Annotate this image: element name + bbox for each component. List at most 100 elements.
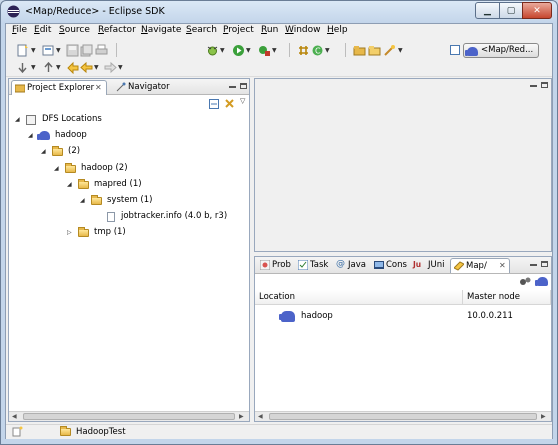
- forward-icon[interactable]: [104, 61, 117, 74]
- previous-annotation-icon[interactable]: [42, 61, 55, 74]
- close-tab-icon[interactable]: ✕: [499, 259, 506, 273]
- file-icon: [107, 212, 115, 223]
- menu-run[interactable]: Run: [261, 25, 278, 35]
- problems-icon: [260, 260, 270, 270]
- expanded-twisty-icon[interactable]: ◢: [67, 178, 72, 191]
- view-menu-icon[interactable]: ▽: [240, 97, 245, 105]
- minimize-view-icon[interactable]: [530, 264, 537, 266]
- open-type-icon[interactable]: [353, 44, 366, 57]
- save-all-icon[interactable]: [80, 44, 93, 57]
- collapse-all-icon[interactable]: [209, 99, 219, 109]
- minimize-view-icon[interactable]: [229, 86, 236, 88]
- run-icon[interactable]: [232, 44, 245, 57]
- new-java-class-icon[interactable]: C: [311, 44, 324, 57]
- close-tab-icon[interactable]: ✕: [95, 81, 102, 95]
- tree-item-label: hadoop (2): [81, 162, 128, 173]
- title-bar[interactable]: <Map/Reduce> - Eclipse SDK ▁ ▢ ✕: [1, 1, 557, 23]
- perspective-map-reduce-button[interactable]: <Map/Red...: [463, 43, 539, 58]
- tab-javadoc[interactable]: @ Java: [333, 258, 369, 273]
- fast-view-icon[interactable]: [12, 426, 23, 437]
- tab-tasks[interactable]: Task: [295, 258, 331, 273]
- new-java-package-icon[interactable]: [297, 44, 310, 57]
- main-toolbar: ▼ ▼ ▼ ▼ ▼ C ▼ ▼ <Map/Red... ▼ ▼ ▼ ▼: [6, 39, 552, 77]
- expanded-twisty-icon[interactable]: ◢: [41, 145, 46, 158]
- link-with-editor-icon[interactable]: [224, 98, 235, 109]
- debug-icon[interactable]: [206, 44, 219, 57]
- collapsed-twisty-icon[interactable]: ▷: [67, 226, 72, 239]
- menu-navigate[interactable]: Navigate: [141, 25, 181, 35]
- column-master-node[interactable]: Master node: [463, 290, 551, 305]
- expanded-twisty-icon[interactable]: ◢: [80, 194, 85, 207]
- chevron-down-icon[interactable]: ▼: [325, 47, 330, 54]
- tab-label: Prob: [272, 260, 291, 270]
- table-row[interactable]: hadoop 10.0.0.211: [255, 307, 551, 325]
- project-explorer-panel: Project Explorer ✕ Navigator ▽ ◢ DFS Loca…: [8, 78, 250, 422]
- folder-icon: [52, 146, 63, 157]
- expanded-twisty-icon[interactable]: ◢: [15, 113, 20, 126]
- external-tools-icon[interactable]: [258, 44, 271, 57]
- open-perspective-icon[interactable]: [450, 45, 460, 55]
- tab-project-explorer[interactable]: Project Explorer ✕: [11, 80, 107, 95]
- chevron-down-icon[interactable]: ▼: [398, 47, 403, 54]
- tab-junit[interactable]: Ju JUni: [411, 258, 449, 273]
- menu-search[interactable]: Search: [186, 25, 217, 35]
- workbench: File Edit Source Refactor Navigate Searc…: [5, 23, 553, 439]
- chevron-down-icon[interactable]: ▼: [56, 64, 61, 71]
- open-folder-icon[interactable]: [368, 44, 381, 57]
- tab-label: Map/: [466, 261, 487, 271]
- chevron-down-icon[interactable]: ▼: [31, 47, 36, 54]
- chevron-down-icon[interactable]: ▼: [56, 47, 61, 54]
- next-annotation-icon[interactable]: [16, 61, 29, 74]
- menu-source[interactable]: Source: [59, 25, 90, 35]
- horizontal-scrollbar[interactable]: ◀ ▶: [9, 411, 249, 421]
- last-edit-location-icon[interactable]: [66, 61, 79, 74]
- chevron-down-icon[interactable]: ▼: [94, 64, 99, 71]
- save-icon[interactable]: [66, 44, 79, 57]
- tab-console[interactable]: Cons: [371, 258, 409, 273]
- column-location[interactable]: Location: [255, 290, 463, 305]
- folder-icon: [78, 178, 89, 189]
- horizontal-scrollbar[interactable]: ◀ ▶: [255, 411, 551, 421]
- back-icon[interactable]: [80, 61, 93, 74]
- maximize-button[interactable]: ▢: [499, 2, 523, 19]
- scroll-left-icon[interactable]: ◀: [258, 412, 263, 421]
- project-folder-icon: [60, 426, 71, 436]
- menu-project[interactable]: Project: [223, 25, 254, 35]
- new-icon[interactable]: [16, 44, 29, 57]
- expanded-twisty-icon[interactable]: ◢: [28, 129, 33, 142]
- menu-refactor[interactable]: Refactor: [98, 25, 136, 35]
- print-icon[interactable]: [95, 44, 108, 57]
- tab-problems[interactable]: Prob: [257, 258, 293, 273]
- menu-help[interactable]: Help: [327, 25, 348, 35]
- chevron-down-icon[interactable]: ▼: [118, 64, 123, 71]
- scroll-left-icon[interactable]: ◀: [12, 412, 17, 421]
- scroll-thumb[interactable]: [23, 413, 235, 420]
- chevron-down-icon[interactable]: ▼: [246, 47, 251, 54]
- maximize-view-icon[interactable]: [541, 82, 548, 88]
- chevron-down-icon[interactable]: ▼: [272, 47, 277, 54]
- menu-window[interactable]: Window: [285, 25, 321, 35]
- minimize-view-icon[interactable]: [530, 85, 537, 87]
- tab-label: Java: [348, 260, 366, 270]
- maximize-view-icon[interactable]: [541, 261, 548, 267]
- maximize-view-icon[interactable]: [240, 83, 247, 89]
- new-wizard-icon[interactable]: [42, 44, 55, 57]
- tab-map-reduce-locations[interactable]: Map/ ✕: [450, 258, 510, 273]
- tab-navigator[interactable]: Navigator: [113, 80, 183, 95]
- scroll-right-icon[interactable]: ▶: [239, 412, 244, 421]
- menu-file[interactable]: File: [12, 25, 27, 35]
- scroll-thumb[interactable]: [269, 413, 537, 420]
- chevron-down-icon[interactable]: ▼: [31, 64, 36, 71]
- chevron-down-icon[interactable]: ▼: [220, 47, 225, 54]
- expanded-twisty-icon[interactable]: ◢: [54, 162, 59, 175]
- tree-item-label: DFS Locations: [42, 114, 102, 124]
- edit-location-icon[interactable]: [519, 276, 531, 287]
- elephant-icon: [37, 131, 50, 141]
- scroll-right-icon[interactable]: ▶: [541, 412, 546, 421]
- search-wand-icon[interactable]: [383, 44, 396, 57]
- menu-edit[interactable]: Edit: [34, 25, 51, 35]
- new-hadoop-location-icon[interactable]: [535, 277, 548, 286]
- minimize-button[interactable]: ▁: [475, 2, 500, 19]
- tree-item-label: tmp (1): [94, 227, 126, 238]
- close-button[interactable]: ✕: [522, 2, 552, 19]
